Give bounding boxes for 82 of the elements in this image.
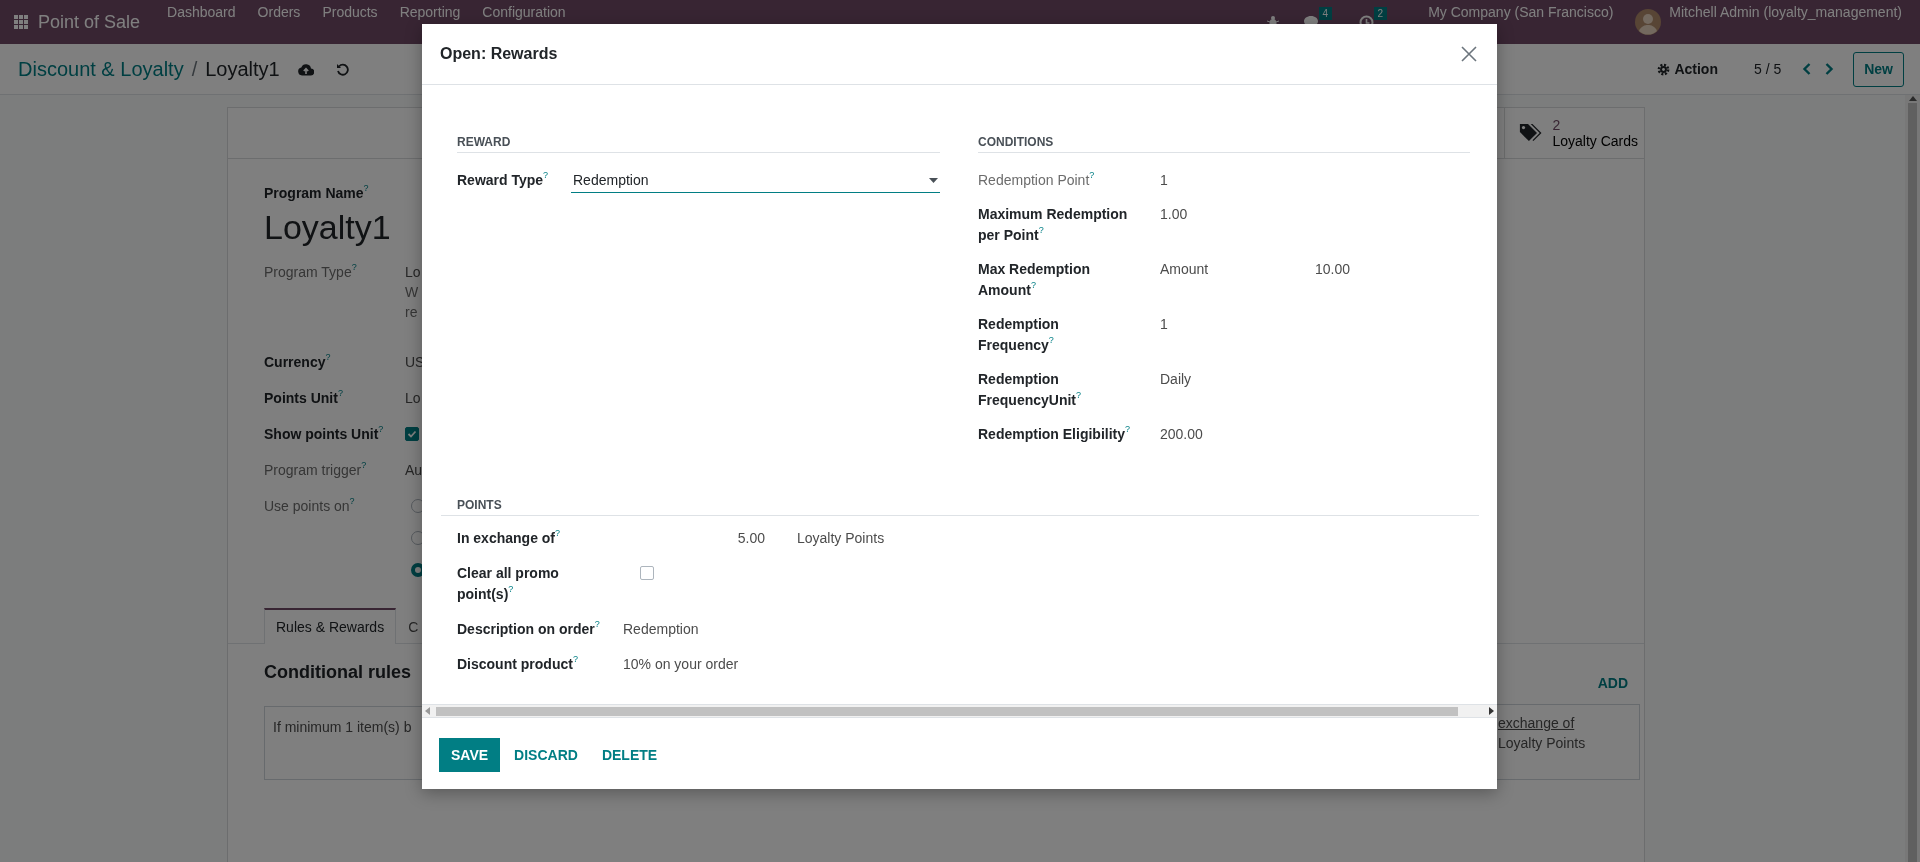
section-title: Conditional rules bbox=[264, 661, 411, 683]
tags-icon bbox=[1519, 122, 1543, 144]
rule-text: If minimum 1 item(s) b bbox=[273, 719, 412, 735]
field-description: W bbox=[405, 283, 420, 302]
scroll-left-icon[interactable] bbox=[425, 707, 430, 715]
breadcrumb-separator: / bbox=[191, 57, 198, 82]
breadcrumb-link[interactable]: Discount & Loyalty bbox=[18, 54, 184, 84]
field-label: Maximum Redemption per Point$^{?}$ bbox=[978, 205, 1129, 245]
section-heading: CONDITIONS bbox=[978, 133, 1470, 153]
chevron-right-icon[interactable] bbox=[1823, 62, 1836, 76]
checkbox[interactable] bbox=[640, 566, 654, 580]
field-label: Discount product$^{?}$ bbox=[457, 654, 579, 674]
count-badge: 4 bbox=[1318, 7, 1333, 20]
count-badge: 2 bbox=[1373, 6, 1388, 20]
section-heading: REWARD bbox=[457, 133, 940, 153]
add-button[interactable]: ADD bbox=[1597, 674, 1628, 692]
check-icon bbox=[407, 429, 417, 439]
field-label: Reward Type$^{?}$ bbox=[457, 170, 550, 190]
field-label: Redemption FrequencyUnit$^{?}$ bbox=[978, 370, 1083, 410]
field-value: Lo bbox=[405, 389, 421, 408]
reward-text: Loyalty Points bbox=[1498, 734, 1587, 753]
company-name[interactable]: My Company (San Francisco) bbox=[1428, 4, 1614, 21]
stat-button[interactable]: 2 Loyalty Cards bbox=[1504, 108, 1644, 158]
vertical-scrollbar[interactable] bbox=[1905, 95, 1920, 862]
field-label: Points Unit$^{?}$ bbox=[264, 388, 344, 408]
field-label: Redemption Frequency$^{?}$ bbox=[978, 315, 1060, 355]
action-button[interactable]: Action bbox=[1651, 57, 1724, 81]
cloud-upload-icon[interactable] bbox=[297, 62, 314, 76]
dialog-title: Open: Rewards bbox=[440, 44, 558, 64]
field-value: 1 bbox=[1160, 315, 1169, 334]
field-label: Currency$^{?}$ bbox=[264, 352, 332, 372]
menu-item[interactable]: Orders bbox=[246, 4, 312, 21]
field-value: Au bbox=[405, 461, 423, 480]
field-value: 5.00 bbox=[736, 529, 765, 548]
field-value: 200.00 bbox=[1160, 425, 1204, 444]
field-value: Lo bbox=[405, 263, 421, 282]
user-name[interactable]: Mitchell Admin (loyalty_management) bbox=[1669, 4, 1902, 21]
field-label: Program Type$^{?}$ bbox=[264, 262, 358, 282]
tab[interactable]: C bbox=[396, 608, 431, 644]
field-label: Clear all promo point(s)$^{?}$ bbox=[457, 564, 560, 604]
section-heading: POINTS bbox=[441, 496, 1479, 516]
horizontal-scrollbar[interactable] bbox=[422, 704, 1497, 718]
menu-item[interactable]: Configuration bbox=[471, 4, 577, 21]
text-button[interactable]: DISCARD bbox=[504, 738, 588, 772]
field-label: Use points on$^{?}$ bbox=[264, 496, 356, 516]
caret-icon bbox=[929, 178, 938, 183]
new-button[interactable]: New bbox=[1853, 51, 1904, 87]
menu-item[interactable]: Reporting bbox=[388, 4, 472, 21]
field-label: Program Name$^{?}$ bbox=[264, 183, 370, 203]
undo-icon[interactable] bbox=[335, 62, 349, 76]
field-value: Redemption bbox=[623, 620, 699, 639]
gear-icon bbox=[1657, 62, 1671, 76]
field-value: 1.00 bbox=[1160, 205, 1189, 224]
apps-menu-icon[interactable] bbox=[14, 15, 28, 29]
field-value: Amount bbox=[1160, 260, 1210, 279]
tab[interactable]: Rules & Rewards bbox=[264, 608, 397, 644]
checkbox[interactable] bbox=[405, 427, 419, 441]
menu-item[interactable]: Products bbox=[311, 4, 389, 21]
field-value: 10% on your order bbox=[623, 655, 739, 674]
field-label: Redemption Eligibility$^{?}$ bbox=[978, 424, 1132, 444]
app-name[interactable]: Point of Sale bbox=[38, 8, 141, 36]
field-description: re bbox=[405, 303, 419, 322]
field-label: Description on order$^{?}$ bbox=[457, 619, 601, 639]
field-label: Redemption Point$^{?}$ bbox=[978, 170, 1096, 190]
field-value: Daily bbox=[1160, 370, 1193, 389]
field-label: In exchange of$^{?}$ bbox=[457, 528, 562, 548]
field-label: Program trigger$^{?}$ bbox=[264, 460, 368, 480]
field-label: Max Redemption Amount$^{?}$ bbox=[978, 260, 1091, 300]
primary-button[interactable]: SAVE bbox=[439, 738, 501, 772]
field-label: Show points Unit$^{?}$ bbox=[264, 424, 385, 444]
user-avatar[interactable] bbox=[1635, 9, 1662, 35]
text-button[interactable]: DELETE bbox=[591, 738, 668, 772]
scroll-right-icon[interactable] bbox=[1489, 707, 1494, 715]
record-title: Loyalty1 bbox=[205, 57, 280, 82]
field-value: 1 bbox=[1160, 171, 1169, 190]
field-value: 10.00 bbox=[1315, 260, 1352, 279]
pager-counter: 5 / 5 bbox=[1753, 59, 1782, 79]
field-value: Loyalty Points bbox=[797, 529, 885, 548]
program-name-value: Loyalty1 bbox=[264, 207, 391, 247]
reward-link[interactable]: exchange of bbox=[1498, 713, 1575, 733]
menu-item[interactable]: Dashboard bbox=[156, 4, 247, 21]
reward-type-select[interactable]: Redemption bbox=[571, 170, 940, 193]
